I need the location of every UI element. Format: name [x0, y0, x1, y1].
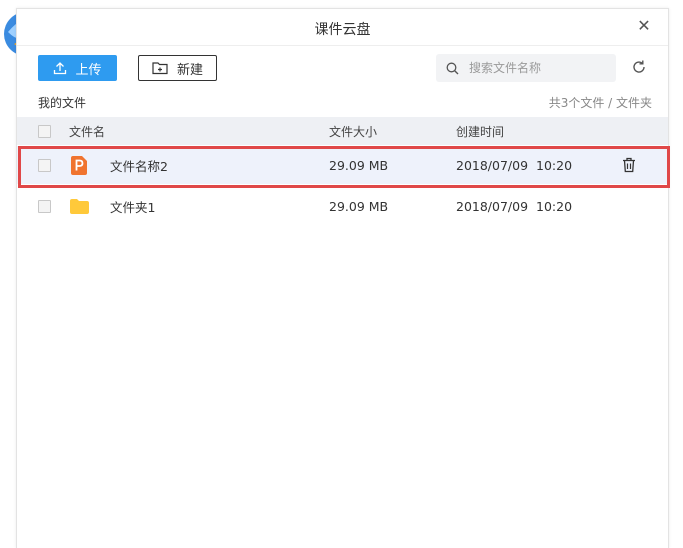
cloud-disk-dialog: 课件云盘 ✕ 上传 新建 我的文件 共3个文件 / 文件夹 文件名 文件大小 创…	[16, 8, 670, 548]
upload-button-label: 上传	[75, 62, 102, 78]
file-count-summary: 共3个文件 / 文件夹	[548, 96, 652, 110]
ppt-file-icon	[71, 155, 87, 175]
breadcrumb[interactable]: 我的文件	[38, 94, 86, 111]
column-header-name[interactable]: 文件名	[69, 117, 105, 145]
file-size: 29.09 MB	[329, 157, 389, 173]
select-all-checkbox[interactable]	[38, 124, 51, 138]
column-header-created[interactable]: 创建时间	[456, 117, 504, 145]
file-name[interactable]: 文件名称2	[110, 146, 168, 184]
created-time: 10:20	[536, 198, 573, 214]
search-input[interactable]	[467, 60, 601, 76]
new-button-label: 新建	[176, 62, 203, 78]
folder-icon	[70, 198, 89, 214]
refresh-icon[interactable]	[631, 59, 647, 75]
upload-button[interactable]: 上传	[38, 55, 117, 81]
upload-icon	[54, 62, 67, 75]
row-checkbox[interactable]	[38, 199, 51, 213]
file-size: 29.09 MB	[329, 198, 389, 214]
table-row[interactable]: 文件夹1 29.09 MB 2018/07/09 10:20	[17, 187, 668, 225]
dialog-title: 课件云盘	[314, 22, 371, 38]
search-icon	[446, 62, 459, 74]
column-header-size[interactable]: 文件大小	[329, 117, 377, 145]
table-row[interactable]: 文件名称2 29.09 MB 2018/07/09 10:20	[17, 146, 668, 184]
table-header: 文件名 文件大小 创建时间	[17, 117, 668, 145]
row-checkbox[interactable]	[38, 158, 51, 172]
folder-name[interactable]: 文件夹1	[110, 187, 155, 225]
search-box[interactable]	[436, 54, 616, 82]
close-icon[interactable]: ✕	[634, 16, 654, 36]
new-folder-icon	[152, 62, 168, 75]
delete-icon[interactable]	[622, 157, 636, 173]
new-folder-button[interactable]: 新建	[138, 55, 217, 81]
dialog-titlebar: 课件云盘 ✕	[17, 9, 668, 46]
created-time: 10:20	[536, 157, 573, 173]
created-date: 2018/07/09	[456, 198, 529, 214]
created-date: 2018/07/09	[456, 157, 529, 173]
